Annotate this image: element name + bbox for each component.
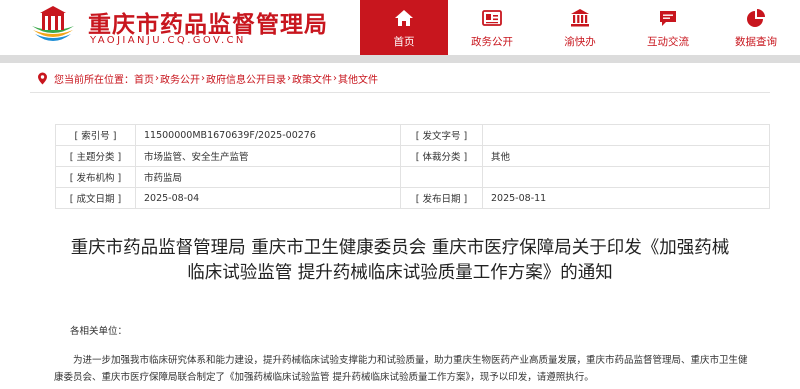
nav-label: 数据查询: [735, 36, 777, 48]
salutation: 各相关单位：: [70, 326, 128, 337]
value-genre-category: 其他: [482, 145, 770, 167]
nav-item-home[interactable]: 首页: [360, 0, 448, 55]
nav-label: 互动交流: [647, 36, 689, 48]
label-subject-category: [ 主题分类 ]: [55, 145, 136, 167]
breadcrumb-item-info-catalog[interactable]: 政府信息公开目录: [206, 71, 286, 86]
value-document-number: [482, 124, 770, 146]
id-card-icon: [481, 7, 503, 29]
document-title: 重庆市药品监督管理局 重庆市卫生健康委员会 重庆市医疗保障局关于印发《加强药械 …: [40, 236, 760, 286]
breadcrumb-separator: ›: [287, 72, 291, 84]
nav-label: 渝快办: [564, 36, 596, 48]
document-info-table: [ 索引号 ] 11500000MB1670639F/2025-00276 [ …: [55, 124, 770, 209]
site-title[interactable]: 重庆市药品监督管理局: [88, 5, 328, 39]
label-issuing-agency: [ 发布机构 ]: [55, 166, 136, 188]
table-row: [ 成文日期 ] 2025-08-04 [ 发布日期 ] 2025-08-11: [55, 187, 770, 209]
label-written-date: [ 成文日期 ]: [55, 187, 136, 209]
empty-cell: [400, 166, 483, 188]
nav-label: 政务公开: [471, 36, 513, 48]
header-divider: [0, 55, 800, 63]
empty-cell: [482, 166, 770, 188]
nav-item-yukuaiban[interactable]: 渝快办: [536, 0, 624, 55]
breadcrumb-divider: [30, 92, 770, 93]
breadcrumb-separator: ›: [333, 72, 337, 84]
value-publish-date: 2025-08-11: [482, 187, 770, 209]
main-nav: 首页 政务公开 渝快办 互动交流 数据查询: [360, 0, 800, 55]
value-written-date: 2025-08-04: [135, 187, 401, 209]
breadcrumb: 您当前所在位置： 首页 › 政务公开 › 政府信息公开目录 › 政策文件 › 其…: [37, 70, 378, 86]
label-document-number: [ 发文字号 ]: [400, 124, 483, 146]
pie-chart-icon: [745, 7, 767, 29]
label-index-number: [ 索引号 ]: [55, 124, 136, 146]
site-logo[interactable]: [30, 4, 76, 48]
location-pin-icon: [38, 72, 47, 84]
nav-item-data-query[interactable]: 数据查询: [712, 0, 800, 55]
value-issuing-agency: 市药监局: [135, 166, 401, 188]
breadcrumb-item-policy-docs[interactable]: 政策文件: [292, 71, 332, 86]
nav-item-government-affairs[interactable]: 政务公开: [448, 0, 536, 55]
value-subject-category: 市场监管、安全生产监管: [135, 145, 401, 167]
document-title-line-1: 重庆市药品监督管理局 重庆市卫生健康委员会 重庆市医疗保障局关于印发《加强药械: [70, 238, 730, 258]
site-header: 重庆市药品监督管理局 YAOJIANJU.CQ.GOV.CN 首页 政务公开 渝…: [0, 0, 800, 55]
value-index-number: 11500000MB1670639F/2025-00276: [135, 124, 401, 146]
table-row: [ 索引号 ] 11500000MB1670639F/2025-00276 [ …: [55, 124, 770, 146]
breadcrumb-prefix: 您当前所在位置：: [54, 74, 134, 86]
nav-label: 首页: [393, 36, 415, 48]
table-row: [ 发布机构 ] 市药监局: [55, 166, 770, 188]
breadcrumb-item-government-affairs[interactable]: 政务公开: [160, 71, 200, 86]
government-building-icon: [569, 7, 591, 29]
document-title-line-2: 临床试验监管 提升药械临床试验质量工作方案》的通知: [187, 263, 613, 283]
table-row: [ 主题分类 ] 市场监管、安全生产监管 [ 体裁分类 ] 其他: [55, 145, 770, 167]
body-paragraph: 为进一步加强我市临床研究体系和能力建设，提升药械临床试验支撑能力和试验质量，助力…: [54, 355, 748, 383]
document-body: 各相关单位： 为进一步加强我市临床研究体系和能力建设，提升药械临床试验支撑能力和…: [54, 323, 750, 386]
breadcrumb-separator: ›: [155, 72, 159, 84]
label-genre-category: [ 体裁分类 ]: [400, 145, 483, 167]
breadcrumb-separator: ›: [201, 72, 205, 84]
nav-item-interaction[interactable]: 互动交流: [624, 0, 712, 55]
breadcrumb-item-home[interactable]: 首页: [134, 71, 154, 86]
site-domain: YAOJIANJU.CQ.GOV.CN: [90, 35, 246, 46]
chat-bubble-icon: [657, 7, 679, 29]
home-icon: [393, 7, 415, 29]
label-publish-date: [ 发布日期 ]: [400, 187, 483, 209]
breadcrumb-item-other-docs[interactable]: 其他文件: [338, 71, 378, 86]
